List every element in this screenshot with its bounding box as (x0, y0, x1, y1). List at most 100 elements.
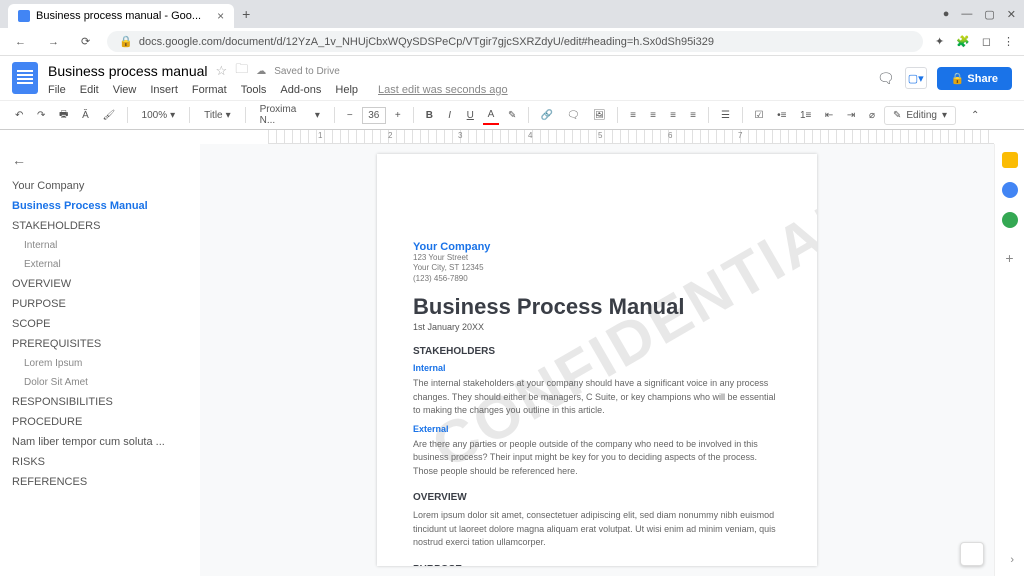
url-text: docs.google.com/document/d/12YzA_1v_NHUj… (139, 36, 714, 48)
outline-back-icon[interactable]: ← (12, 152, 188, 168)
outline-item[interactable]: PREREQUISITES (12, 334, 188, 354)
font-select[interactable]: Proxima N... ▾ (253, 101, 327, 129)
docs-logo-icon[interactable] (12, 62, 38, 94)
maximize-icon[interactable]: ▢ (984, 8, 994, 21)
pencil-icon: ✎ (893, 110, 901, 121)
align-center-icon[interactable]: ≡ (645, 107, 661, 124)
outline-item[interactable]: External (12, 255, 188, 274)
outline-item[interactable]: STAKEHOLDERS (12, 216, 188, 236)
redo-icon[interactable]: ↷ (32, 107, 50, 124)
outline-item[interactable]: RESPONSIBILITIES (12, 392, 188, 412)
body-text: Lorem ipsum dolor sit amet, consectetuer… (413, 509, 781, 550)
last-edit-label[interactable]: Last edit was seconds ago (378, 84, 508, 96)
font-size-dec[interactable]: − (342, 107, 358, 124)
outline-item[interactable]: REFERENCES (12, 472, 188, 492)
present-button[interactable]: ▢▾ (905, 67, 927, 89)
align-right-icon[interactable]: ≡ (665, 107, 681, 124)
zoom-select[interactable]: 100% ▾ (135, 107, 183, 124)
contacts-icon[interactable] (1002, 212, 1018, 228)
document-page[interactable]: CONFIDENTIAL Your Company 123 Your Stree… (377, 154, 817, 566)
align-left-icon[interactable]: ≡ (625, 107, 641, 124)
font-size-input[interactable]: 36 (362, 107, 386, 124)
move-icon[interactable]: 🗀 (235, 60, 248, 82)
new-tab-button[interactable]: + (242, 6, 250, 22)
explore-button[interactable] (960, 542, 984, 566)
spellcheck-icon[interactable]: Ă (77, 107, 93, 124)
document-outline: ← Your CompanyBusiness Process ManualSTA… (0, 144, 200, 576)
menu-help[interactable]: Help (335, 84, 358, 96)
browser-url-bar: ← → ⟳ 🔒 docs.google.com/document/d/12YzA… (0, 28, 1024, 56)
extension-icon[interactable]: ✦ (935, 35, 944, 48)
ruler[interactable]: 1 2 3 4 5 6 7 (268, 130, 994, 144)
italic-icon[interactable]: I (442, 107, 458, 124)
subheading-external: External (413, 424, 781, 434)
saved-label: Saved to Drive (274, 66, 340, 77)
align-justify-icon[interactable]: ≡ (685, 107, 701, 124)
menu-file[interactable]: File (48, 84, 66, 96)
close-tab-icon[interactable]: × (217, 9, 224, 23)
outline-item[interactable]: Nam liber tempor cum soluta ... (12, 432, 188, 452)
image-icon[interactable]: 🖼 (588, 107, 610, 124)
menu-bar: File Edit View Insert Format Tools Add-o… (48, 84, 508, 96)
doc-date: 1st January 20XX (413, 322, 781, 332)
menu-format[interactable]: Format (192, 84, 227, 96)
mode-select[interactable]: ✎ Editing ▾ (884, 106, 956, 125)
outline-item[interactable]: PROCEDURE (12, 412, 188, 432)
outline-item[interactable]: RISKS (12, 452, 188, 472)
outline-item[interactable]: Your Company (12, 176, 188, 196)
collapse-toolbar-icon[interactable]: ⌃ (966, 107, 984, 124)
line-spacing-icon[interactable]: ☰ (716, 107, 735, 124)
profile-icon[interactable]: ◻ (982, 35, 991, 48)
link-icon[interactable]: 🔗 (536, 107, 558, 124)
scroll-right-icon[interactable]: › (1010, 554, 1014, 566)
clear-format-icon[interactable]: ⌀ (864, 107, 880, 124)
add-addon-icon[interactable]: + (1005, 250, 1013, 266)
forward-icon[interactable]: → (43, 33, 64, 51)
menu-addons[interactable]: Add-ons (280, 84, 321, 96)
indent-inc-icon[interactable]: ⇥ (842, 107, 860, 124)
style-select[interactable]: Title ▾ (197, 107, 238, 124)
bold-icon[interactable]: B (421, 107, 438, 124)
print-icon[interactable]: 🖶 (54, 104, 73, 127)
back-icon[interactable]: ← (10, 33, 31, 51)
text-color-icon[interactable]: A (483, 106, 499, 125)
paint-format-icon[interactable]: 🖌 (97, 107, 119, 124)
outline-item[interactable]: SCOPE (12, 314, 188, 334)
bullet-list-icon[interactable]: •≡ (772, 107, 791, 124)
outline-item[interactable]: Business Process Manual (12, 196, 188, 216)
minimize-icon[interactable]: ― (961, 8, 972, 21)
menu-view[interactable]: View (113, 84, 137, 96)
cloud-saved-icon: ☁ (256, 66, 266, 77)
outline-item[interactable]: OVERVIEW (12, 274, 188, 294)
reload-icon[interactable]: ⟳ (76, 32, 95, 51)
browser-tab[interactable]: Business process manual - Goo... × (8, 4, 234, 28)
outline-item[interactable]: Dolor Sit Amet (12, 373, 188, 392)
checklist-icon[interactable]: ☑ (750, 107, 769, 124)
subheading-internal: Internal (413, 363, 781, 373)
url-field[interactable]: 🔒 docs.google.com/document/d/12YzA_1v_NH… (107, 31, 923, 52)
menu-tools[interactable]: Tools (241, 84, 267, 96)
indent-dec-icon[interactable]: ⇤ (820, 107, 838, 124)
menu-edit[interactable]: Edit (80, 84, 99, 96)
comment-icon[interactable]: 🗨 (562, 107, 584, 124)
keep-icon[interactable] (1002, 152, 1018, 168)
highlight-icon[interactable]: ✎ (503, 107, 521, 124)
underline-icon[interactable]: U (462, 107, 479, 124)
undo-icon[interactable]: ↶ (10, 107, 28, 124)
doc-title[interactable]: Business process manual (48, 63, 208, 79)
font-size-inc[interactable]: + (390, 107, 406, 124)
outline-item[interactable]: Lorem Ipsum (12, 354, 188, 373)
outline-item[interactable]: PURPOSE (12, 294, 188, 314)
outline-item[interactable]: Internal (12, 236, 188, 255)
close-window-icon[interactable]: ✕ (1007, 8, 1016, 21)
record-icon[interactable]: ● (943, 8, 950, 21)
number-list-icon[interactable]: 1≡ (795, 107, 816, 124)
extensions-menu-icon[interactable]: 🧩 (956, 35, 970, 48)
body-text: Are there any parties or people outside … (413, 438, 781, 479)
tasks-icon[interactable] (1002, 182, 1018, 198)
comment-history-icon[interactable]: 🗨 (877, 70, 895, 87)
menu-dots-icon[interactable]: ⋮ (1003, 35, 1014, 48)
star-icon[interactable]: ☆ (216, 63, 228, 79)
share-button[interactable]: 🔒 Share (937, 67, 1012, 90)
menu-insert[interactable]: Insert (150, 84, 178, 96)
